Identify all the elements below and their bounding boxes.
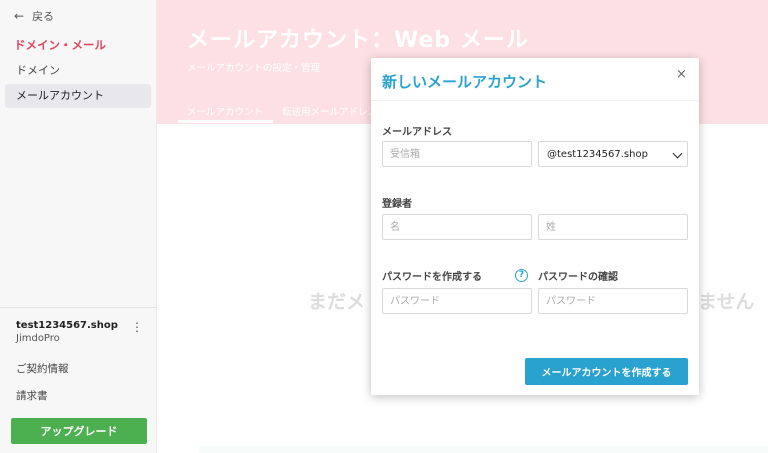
domain-name: test1234567.shop [16, 320, 118, 331]
owner-label: 登録者 [382, 199, 412, 210]
create-mail-account-button[interactable]: メールアカウントを作成する [525, 358, 688, 385]
sidebar-divider [0, 307, 157, 308]
sidebar-item-mail-account[interactable]: メールアカウント [5, 84, 151, 108]
last-name-input[interactable] [538, 214, 688, 240]
page-subtitle: メールアカウントの設定・管理 [187, 63, 321, 74]
first-name-input[interactable] [382, 214, 532, 240]
chevron-down-icon [672, 148, 683, 159]
domain-select[interactable]: @test1234567.shop [538, 141, 688, 167]
active-tab-indicator [178, 120, 273, 123]
sidebar: ← 戻る ドメイン・メール ドメイン メールアカウント test1234567.… [0, 0, 157, 453]
empty-state-text-left: まだメ [308, 291, 366, 313]
new-mail-account-dialog: 新しいメールアカウント × メールアドレス @test1234567.shop … [371, 58, 699, 395]
tab-mail-accounts[interactable]: メールアカウント [187, 104, 263, 118]
plan-name: JimdoPro [16, 333, 60, 344]
section-title: ドメイン・メール [14, 38, 106, 52]
password-input[interactable] [382, 288, 532, 314]
upgrade-button[interactable]: アップグレード [11, 418, 147, 444]
help-icon[interactable]: ? [515, 269, 528, 282]
page-title: メールアカウント：Web メール [187, 28, 529, 53]
email-label: メールアドレス [382, 127, 452, 138]
dialog-divider [371, 100, 699, 101]
domain-select-value: @test1234567.shop [547, 149, 648, 160]
sidebar-item-domain[interactable]: ドメイン [5, 59, 151, 83]
password-confirm-input[interactable] [538, 288, 688, 314]
empty-state-text-right: ません [698, 291, 755, 313]
arrow-left-icon: ← [14, 9, 25, 23]
more-options-icon[interactable]: ⋮ [131, 321, 143, 333]
back-label: 戻る [32, 10, 55, 23]
dialog-title: 新しいメールアカウント [382, 73, 548, 91]
password-confirm-label: パスワードの確認 [538, 272, 618, 283]
password-label: パスワードを作成する [382, 272, 482, 283]
sidebar-link-contract[interactable]: ご契約情報 [16, 361, 69, 376]
sidebar-link-invoice[interactable]: 請求書 [16, 388, 48, 403]
footer-band [199, 446, 768, 453]
inbox-input[interactable] [382, 141, 532, 167]
close-icon[interactable]: × [676, 67, 687, 82]
tab-forwarding[interactable]: 転送用メールアドレス [282, 104, 377, 118]
back-link[interactable]: ← 戻る [14, 8, 54, 24]
